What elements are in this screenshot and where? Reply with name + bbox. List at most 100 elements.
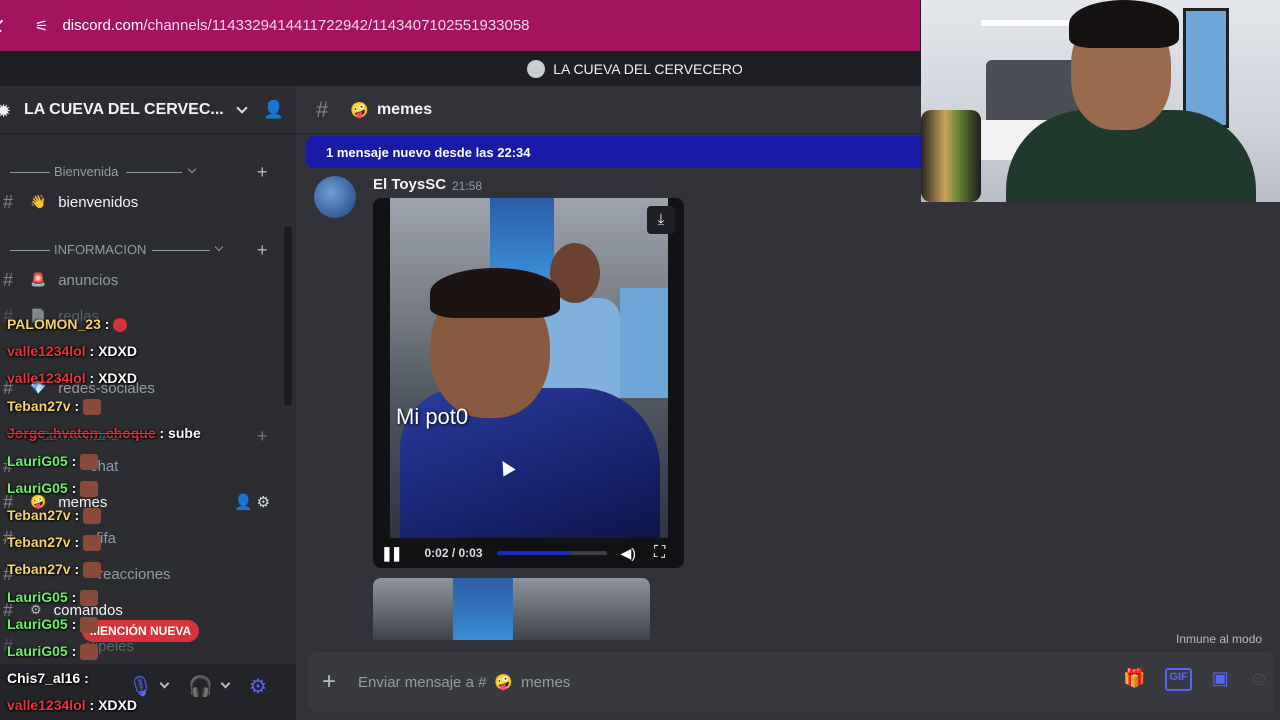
chat-line: Jorge_hvaten_choque : sube bbox=[7, 425, 201, 441]
chat-user: valle1234lol bbox=[7, 697, 86, 713]
chat-user: LauriG05 bbox=[7, 453, 68, 469]
chat-user: Teban27v bbox=[7, 534, 71, 550]
channel-anuncios[interactable]: # 🚨 anuncios bbox=[0, 264, 280, 296]
chat-line: LauriG05 : bbox=[7, 480, 99, 498]
server-name: LA CUEVA DEL CERVEC... bbox=[24, 100, 224, 118]
divider bbox=[152, 250, 210, 251]
divider bbox=[10, 172, 50, 173]
category-informacion[interactable]: INFORMACION + bbox=[0, 240, 280, 260]
chevron-down-icon[interactable] bbox=[236, 101, 248, 114]
invite-user-icon[interactable]: 👤 bbox=[263, 100, 284, 120]
url-text[interactable]: discord.com/channels/1143329414411722942… bbox=[62, 17, 529, 34]
chat-text: : bbox=[71, 643, 77, 659]
hash-icon: # bbox=[2, 191, 13, 212]
emote-icon bbox=[83, 508, 102, 525]
placeholder-emoji: 🤪 bbox=[494, 674, 514, 691]
chevron-down-icon[interactable] bbox=[220, 678, 231, 689]
chevron-down-icon[interactable] bbox=[159, 678, 170, 689]
emote-icon bbox=[80, 590, 99, 607]
download-icon[interactable]: ⤓ bbox=[647, 206, 675, 234]
chat-text: : bbox=[74, 398, 80, 414]
message-author[interactable]: El ToysSC bbox=[373, 176, 446, 193]
chat-line: LauriG05 : bbox=[7, 643, 99, 661]
site-settings-icon[interactable]: ⚟ bbox=[35, 17, 48, 35]
emote-icon bbox=[83, 399, 102, 416]
chat-text: : bbox=[71, 453, 77, 469]
progress-track[interactable] bbox=[496, 551, 607, 555]
jersey-image bbox=[490, 198, 554, 278]
channel-name: bienvenidos bbox=[58, 193, 139, 211]
composer-tools: 🎁 GIF ▣ ☺ bbox=[1123, 668, 1269, 691]
chat-user: LauriG05 bbox=[7, 643, 68, 659]
emoji-icon[interactable]: ☺ bbox=[1249, 668, 1269, 691]
chat-line: Teban27v : bbox=[7, 561, 102, 579]
user-settings-gear-icon[interactable]: ⚙ bbox=[249, 674, 267, 699]
sidebar-scrollbar[interactable] bbox=[284, 226, 292, 406]
message-composer[interactable]: + Enviar mensaje a # 🤪 memes 🎁 GIF ▣ ☺ bbox=[308, 652, 1274, 712]
channel-settings-icon[interactable]: 👤⚙ bbox=[234, 493, 274, 511]
channel-bienvenidos[interactable]: # 👋 bienvenidos bbox=[0, 186, 280, 218]
avatar[interactable] bbox=[314, 176, 356, 218]
category-bienvenida[interactable]: Bienvenida + bbox=[0, 162, 280, 182]
chevron-down-icon bbox=[187, 164, 197, 174]
mention-badge[interactable]: MENCIÓN NUEVA bbox=[82, 620, 200, 642]
chat-text: : XDXD bbox=[89, 343, 137, 359]
placeholder-channel: memes bbox=[521, 674, 571, 691]
channel-emoji: 👋 bbox=[30, 194, 47, 209]
sticker-icon[interactable]: ▣ bbox=[1212, 668, 1229, 691]
back-icon[interactable] bbox=[0, 19, 8, 32]
emote-icon bbox=[83, 562, 102, 579]
chat-text: : bbox=[74, 534, 80, 550]
headset-icon[interactable]: 🎧 bbox=[188, 674, 213, 699]
chat-user: Teban27v bbox=[7, 561, 71, 577]
add-attachment-icon[interactable]: + bbox=[322, 668, 336, 696]
person-hair bbox=[430, 268, 560, 318]
divider bbox=[10, 250, 50, 251]
server-icon bbox=[527, 59, 546, 78]
emote-icon bbox=[80, 644, 99, 661]
chat-line: Teban27v : bbox=[7, 534, 102, 552]
new-messages-bar[interactable]: 1 mensaje nuevo desde las 22:34 bbox=[306, 136, 926, 168]
url-domain: discord.com bbox=[62, 17, 144, 34]
chat-line: PALOMON_23 : bbox=[7, 316, 128, 333]
window-title: LA CUEVA DEL CERVECERO bbox=[553, 60, 743, 77]
volume-icon[interactable]: ◀) bbox=[621, 545, 636, 562]
composer-placeholder[interactable]: Enviar mensaje a # 🤪 memes bbox=[358, 673, 570, 691]
screen: ⚟ discord.com/channels/11433294144117229… bbox=[0, 0, 1280, 720]
second-video-preview[interactable] bbox=[373, 578, 650, 640]
server-header[interactable]: ✹ LA CUEVA DEL CERVEC... 👤 bbox=[0, 86, 296, 134]
chevron-down-icon bbox=[214, 242, 224, 252]
channel-name: anuncios bbox=[58, 271, 119, 289]
chat-user: Chis7_al16 bbox=[7, 670, 81, 686]
message-timestamp: 21:58 bbox=[452, 179, 483, 193]
add-channel-icon[interactable]: + bbox=[257, 162, 268, 183]
chat-text: : bbox=[71, 616, 77, 632]
gift-icon[interactable]: 🎁 bbox=[1123, 668, 1145, 691]
chat-user: PALOMON_23 bbox=[7, 316, 101, 332]
add-channel-icon[interactable]: + bbox=[257, 426, 268, 447]
video-frame[interactable]: Mi pot0 bbox=[390, 198, 668, 538]
category-label: INFORMACION bbox=[54, 242, 147, 257]
video-player[interactable]: Mi pot0 ⤓ ❚❚ 0:02 / 0:03 ◀) ⛶ bbox=[373, 198, 684, 568]
chat-user: LauriG05 bbox=[7, 616, 68, 632]
hash-icon: # bbox=[2, 269, 13, 290]
chat-text: : bbox=[74, 507, 80, 523]
chat-user: Teban27v bbox=[7, 507, 71, 523]
hash-icon: # bbox=[316, 96, 329, 122]
fullscreen-icon[interactable]: ⛶ bbox=[654, 544, 665, 562]
poster-image bbox=[620, 288, 668, 398]
video-time: 0:02 / 0:03 bbox=[424, 546, 483, 560]
mute-mic-icon[interactable]: 🎙 bbox=[128, 674, 153, 699]
channel-emoji: 🤪 bbox=[350, 101, 369, 119]
category-label: Bienvenida bbox=[54, 164, 119, 179]
progress-fill bbox=[496, 551, 571, 555]
chat-line: LauriG05 : bbox=[7, 453, 99, 471]
user-panel: Chis7_al16 : 🎙 🎧 ⚙ valle1234lol : XDXD bbox=[0, 664, 296, 720]
chat-text: : bbox=[84, 670, 89, 686]
gif-button[interactable]: GIF bbox=[1165, 668, 1192, 691]
browser-url-bar[interactable]: ⚟ discord.com/channels/11433294144117229… bbox=[0, 0, 920, 51]
pause-icon[interactable]: ❚❚ bbox=[381, 545, 403, 562]
add-channel-icon[interactable]: + bbox=[257, 240, 268, 261]
emote-icon bbox=[83, 535, 102, 552]
emote-icon bbox=[80, 481, 99, 498]
